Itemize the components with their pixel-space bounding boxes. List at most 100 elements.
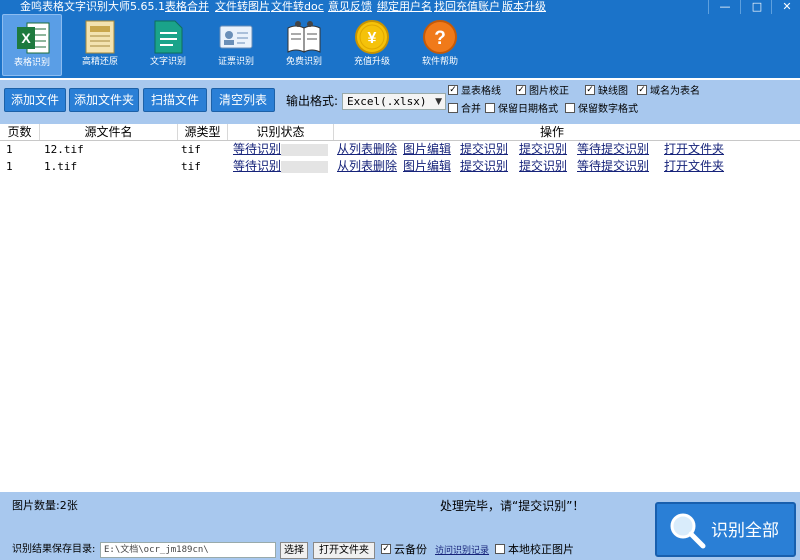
window-control-divider <box>708 0 709 14</box>
file-table-header: 页数 源文件名 源类型 识别状态 操作 <box>0 124 800 141</box>
remove-from-list-link[interactable]: 从列表删除 <box>337 141 397 158</box>
tool-free-recognition[interactable]: 免费识别 <box>274 14 334 76</box>
checkbox-image-correction[interactable]: ✓ <box>516 85 526 95</box>
option-keep-date-format[interactable]: 保留日期格式 <box>485 103 558 118</box>
svg-text:X: X <box>21 30 31 46</box>
option-domain-as-sheet-name[interactable]: ✓ 域名为表名 <box>637 85 700 100</box>
column-header-filename[interactable]: 源文件名 <box>40 124 178 140</box>
id-card-icon <box>219 25 253 49</box>
tool-label: 文字识别 <box>149 57 186 67</box>
window-control-divider <box>740 0 741 14</box>
tool-label: 充值升级 <box>353 57 390 67</box>
checkbox-domain-as-sheet-name[interactable]: ✓ <box>637 85 647 95</box>
tool-text-recognition[interactable]: 文字识别 <box>138 14 198 76</box>
tool-label: 高精还原 <box>81 57 118 67</box>
excel-icon: X <box>17 22 50 54</box>
open-folder-link[interactable]: 打开文件夹 <box>664 141 724 158</box>
option-missing-line-image[interactable]: ✓ 缺线图 <box>585 85 628 100</box>
pending-submit-link[interactable]: 等待提交识别 <box>577 158 649 175</box>
recognize-all-label: 识别全部 <box>711 521 779 541</box>
access-records-link[interactable]: 访问识别记录 <box>435 546 489 556</box>
status-link[interactable]: 等待识别 <box>233 158 281 175</box>
option-label: 本地校正图片 <box>508 543 574 556</box>
option-merge[interactable]: 合并 <box>448 103 481 118</box>
progress-bar <box>281 144 328 156</box>
checkbox-show-grid-lines[interactable]: ✓ <box>448 85 458 95</box>
source-filename: 12.tif <box>44 143 84 156</box>
tool-certificate-recognition[interactable]: 证票识别 <box>206 14 266 76</box>
option-label: 缺线图 <box>598 86 628 97</box>
top-banner: 金鸣表格文字识别大师5.65.1 表格合并 文件转图片 文件转doc 意见反馈 … <box>0 0 800 78</box>
tool-software-help[interactable]: ? 软件帮助 <box>410 14 470 76</box>
submit-recognition-link[interactable]: 提交识别 <box>519 141 567 158</box>
open-folder-link[interactable]: 打开文件夹 <box>664 158 724 175</box>
recognize-all-button[interactable]: 识别全部 <box>655 502 796 557</box>
table-row[interactable]: 1 1.tif tif 等待识别 从列表删除 图片编辑 提交识别 提交识别 等待… <box>0 158 800 175</box>
tool-label: 免费识别 <box>285 57 322 67</box>
tool-label: 软件帮助 <box>421 57 458 67</box>
status-link[interactable]: 等待识别 <box>233 141 281 158</box>
maximize-button[interactable]: □ <box>749 0 765 14</box>
option-label: 显表格线 <box>461 86 501 97</box>
menu-link-file-to-image[interactable]: 文件转图片 <box>215 0 270 13</box>
option-label: 保留日期格式 <box>498 104 558 115</box>
column-header-status[interactable]: 识别状态 <box>228 124 334 140</box>
option-label: 云备份 <box>394 543 427 556</box>
source-filename: 1.tif <box>44 160 78 173</box>
svg-text:¥: ¥ <box>368 30 377 47</box>
menu-link-merge-tables[interactable]: 表格合并 <box>165 0 209 13</box>
add-folder-button[interactable]: 添加文件夹 <box>69 88 139 112</box>
tool-recharge-upgrade[interactable]: ¥ 充值升级 <box>342 14 402 76</box>
tool-table-recognition[interactable]: X 表格识别 <box>2 14 62 76</box>
tool-high-precision-restore[interactable]: 高精还原 <box>70 14 130 76</box>
app-title: 金鸣表格文字识别大师5.65.1 <box>20 0 165 13</box>
minimize-button[interactable]: — <box>717 0 733 14</box>
menu-link-recover-account[interactable]: 找回充值账户 <box>434 0 500 13</box>
image-edit-link[interactable]: 图片编辑 <box>403 141 451 158</box>
checkbox-merge[interactable] <box>448 103 458 113</box>
chevron-down-icon: ▼ <box>435 97 442 107</box>
column-header-actions[interactable]: 操作 <box>334 124 770 140</box>
menu-link-bind-username[interactable]: 绑定用户名 <box>377 0 432 13</box>
add-file-button[interactable]: 添加文件 <box>4 88 66 112</box>
submit-recognition-link[interactable]: 提交识别 <box>519 158 567 175</box>
pending-submit-link[interactable]: 等待提交识别 <box>577 141 649 158</box>
help-icon: ? <box>423 20 457 54</box>
tool-label: 证票识别 <box>217 57 254 67</box>
menu-link-file-to-doc[interactable]: 文件转doc <box>271 0 324 13</box>
table-row[interactable]: 1 12.tif tif 等待识别 从列表删除 图片编辑 提交识别 提交识别 等… <box>0 141 800 158</box>
option-local-correction[interactable]: 本地校正图片 <box>495 544 574 558</box>
option-cloud-backup[interactable]: ✓ 云备份 <box>381 544 427 558</box>
magnifier-icon <box>670 513 706 549</box>
scan-file-button[interactable]: 扫描文件 <box>143 88 207 112</box>
column-header-pages[interactable]: 页数 <box>0 124 40 140</box>
save-dir-field[interactable]: E:\文档\ocr_jm189cn\ <box>100 542 276 558</box>
page-count: 1 <box>6 160 13 173</box>
menu-link-upgrade[interactable]: 版本升级 <box>502 0 546 13</box>
open-book-icon <box>287 21 321 53</box>
clear-list-button[interactable]: 清空列表 <box>211 88 275 112</box>
progress-bar <box>281 161 328 173</box>
open-folder-button[interactable]: 打开文件夹 <box>313 542 375 559</box>
submit-recognition-link[interactable]: 提交识别 <box>460 158 508 175</box>
option-keep-number-format[interactable]: 保留数字格式 <box>565 103 638 118</box>
close-button[interactable]: ✕ <box>779 0 795 14</box>
column-header-type[interactable]: 源类型 <box>178 124 228 140</box>
option-image-correction[interactable]: ✓ 图片校正 <box>516 85 569 100</box>
checkbox-keep-date-format[interactable] <box>485 103 495 113</box>
checkbox-missing-line-image[interactable]: ✓ <box>585 85 595 95</box>
title-bar: 金鸣表格文字识别大师5.65.1 表格合并 文件转图片 文件转doc 意见反馈 … <box>0 0 800 14</box>
option-label: 域名为表名 <box>650 86 700 97</box>
output-format-select[interactable]: Excel(.xlsx) ▼ <box>342 93 446 110</box>
option-show-grid-lines[interactable]: ✓ 显表格线 <box>448 85 501 100</box>
checkbox-cloud-backup[interactable]: ✓ <box>381 544 391 554</box>
menu-link-feedback[interactable]: 意见反馈 <box>328 0 372 13</box>
remove-from-list-link[interactable]: 从列表删除 <box>337 158 397 175</box>
tool-label: 表格识别 <box>13 58 50 68</box>
image-edit-link[interactable]: 图片编辑 <box>403 158 451 175</box>
select-dir-button[interactable]: 选择 <box>280 542 308 559</box>
checkbox-keep-number-format[interactable] <box>565 103 575 113</box>
checkbox-local-correction[interactable] <box>495 544 505 554</box>
output-format-label: 输出格式: <box>286 94 339 108</box>
submit-recognition-link[interactable]: 提交识别 <box>460 141 508 158</box>
